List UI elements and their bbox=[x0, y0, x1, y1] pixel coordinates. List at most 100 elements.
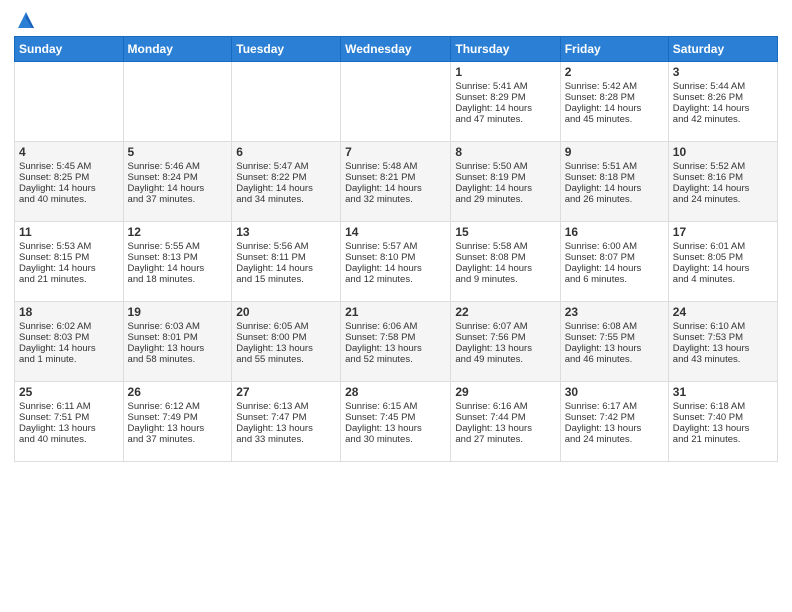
day-info: and 15 minutes. bbox=[236, 274, 336, 285]
day-info: and 43 minutes. bbox=[673, 354, 773, 365]
day-number: 14 bbox=[345, 225, 446, 239]
day-info: Sunrise: 6:07 AM bbox=[455, 321, 555, 332]
day-info: Sunrise: 6:01 AM bbox=[673, 241, 773, 252]
page-container: SundayMondayTuesdayWednesdayThursdayFrid… bbox=[0, 0, 792, 612]
day-number: 16 bbox=[565, 225, 664, 239]
day-number: 27 bbox=[236, 385, 336, 399]
calendar-cell: 30Sunrise: 6:17 AMSunset: 7:42 PMDayligh… bbox=[560, 382, 668, 462]
calendar-cell: 15Sunrise: 5:58 AMSunset: 8:08 PMDayligh… bbox=[451, 222, 560, 302]
day-info: Sunrise: 6:11 AM bbox=[19, 401, 119, 412]
day-info: Sunset: 7:47 PM bbox=[236, 412, 336, 423]
calendar-cell: 6Sunrise: 5:47 AMSunset: 8:22 PMDaylight… bbox=[232, 142, 341, 222]
day-info: Sunset: 8:18 PM bbox=[565, 172, 664, 183]
day-info: and 21 minutes. bbox=[673, 434, 773, 445]
day-info: Sunrise: 6:15 AM bbox=[345, 401, 446, 412]
day-number: 22 bbox=[455, 305, 555, 319]
calendar-cell: 18Sunrise: 6:02 AMSunset: 8:03 PMDayligh… bbox=[15, 302, 124, 382]
day-info: Sunrise: 6:10 AM bbox=[673, 321, 773, 332]
calendar-cell: 14Sunrise: 5:57 AMSunset: 8:10 PMDayligh… bbox=[341, 222, 451, 302]
day-info: Daylight: 13 hours bbox=[128, 423, 228, 434]
day-info: Sunset: 7:58 PM bbox=[345, 332, 446, 343]
day-header-friday: Friday bbox=[560, 37, 668, 62]
day-number: 13 bbox=[236, 225, 336, 239]
day-number: 21 bbox=[345, 305, 446, 319]
day-number: 18 bbox=[19, 305, 119, 319]
day-info: Sunset: 7:44 PM bbox=[455, 412, 555, 423]
calendar-cell: 10Sunrise: 5:52 AMSunset: 8:16 PMDayligh… bbox=[668, 142, 777, 222]
day-number: 15 bbox=[455, 225, 555, 239]
day-info: Daylight: 13 hours bbox=[345, 423, 446, 434]
day-info: Daylight: 14 hours bbox=[19, 343, 119, 354]
day-info: and 55 minutes. bbox=[236, 354, 336, 365]
day-info: Daylight: 14 hours bbox=[345, 263, 446, 274]
calendar-cell: 25Sunrise: 6:11 AMSunset: 7:51 PMDayligh… bbox=[15, 382, 124, 462]
day-info: Daylight: 14 hours bbox=[673, 183, 773, 194]
day-info: Sunset: 8:29 PM bbox=[455, 92, 555, 103]
day-info: Sunrise: 5:56 AM bbox=[236, 241, 336, 252]
day-header-saturday: Saturday bbox=[668, 37, 777, 62]
day-info: Daylight: 13 hours bbox=[673, 423, 773, 434]
day-info: Daylight: 13 hours bbox=[455, 343, 555, 354]
day-header-sunday: Sunday bbox=[15, 37, 124, 62]
calendar-cell: 27 Sunrise: 6:13 AMSunset: 7:47 PMDayligh… bbox=[232, 382, 341, 462]
day-info: and 37 minutes. bbox=[128, 434, 228, 445]
calendar-cell: 11Sunrise: 5:53 AMSunset: 8:15 PMDayligh… bbox=[15, 222, 124, 302]
calendar-cell: 31Sunrise: 6:18 AMSunset: 7:40 PMDayligh… bbox=[668, 382, 777, 462]
day-number: 8 bbox=[455, 145, 555, 159]
day-info: Sunset: 8:25 PM bbox=[19, 172, 119, 183]
day-info: Daylight: 14 hours bbox=[19, 183, 119, 194]
day-info: Sunrise: 6:13 AM bbox=[236, 401, 336, 412]
day-number: 12 bbox=[128, 225, 228, 239]
day-info: Daylight: 14 hours bbox=[565, 103, 664, 114]
day-info: Sunset: 8:13 PM bbox=[128, 252, 228, 263]
day-info: Daylight: 13 hours bbox=[345, 343, 446, 354]
day-info: Sunset: 7:49 PM bbox=[128, 412, 228, 423]
day-info: and 40 minutes. bbox=[19, 194, 119, 205]
day-info: Sunrise: 5:53 AM bbox=[19, 241, 119, 252]
day-info: Sunset: 8:16 PM bbox=[673, 172, 773, 183]
day-info: Daylight: 14 hours bbox=[345, 183, 446, 194]
day-info: and 24 minutes. bbox=[673, 194, 773, 205]
day-info: Sunrise: 5:41 AM bbox=[455, 81, 555, 92]
day-info: Sunrise: 5:50 AM bbox=[455, 161, 555, 172]
day-info: Sunset: 7:51 PM bbox=[19, 412, 119, 423]
day-number: 17 bbox=[673, 225, 773, 239]
day-number: 5 bbox=[128, 145, 228, 159]
calendar-cell: 23Sunrise: 6:08 AMSunset: 7:55 PMDayligh… bbox=[560, 302, 668, 382]
day-info: and 12 minutes. bbox=[345, 274, 446, 285]
calendar-cell: 4Sunrise: 5:45 AMSunset: 8:25 PMDaylight… bbox=[15, 142, 124, 222]
day-info: Sunrise: 5:47 AM bbox=[236, 161, 336, 172]
day-info: and 33 minutes. bbox=[236, 434, 336, 445]
day-info: Daylight: 13 hours bbox=[455, 423, 555, 434]
calendar-cell: 7Sunrise: 5:48 AMSunset: 8:21 PMDaylight… bbox=[341, 142, 451, 222]
day-info: and 47 minutes. bbox=[455, 114, 555, 125]
day-info: Daylight: 13 hours bbox=[236, 423, 336, 434]
day-number: 19 bbox=[128, 305, 228, 319]
calendar-cell: 19Sunrise: 6:03 AMSunset: 8:01 PMDayligh… bbox=[123, 302, 232, 382]
header bbox=[14, 10, 778, 30]
day-info: and 42 minutes. bbox=[673, 114, 773, 125]
day-info: Sunrise: 5:51 AM bbox=[565, 161, 664, 172]
day-info: Sunset: 7:53 PM bbox=[673, 332, 773, 343]
day-info: Daylight: 14 hours bbox=[128, 183, 228, 194]
day-info: Sunrise: 5:48 AM bbox=[345, 161, 446, 172]
day-number: 2 bbox=[565, 65, 664, 79]
day-info: and 34 minutes. bbox=[236, 194, 336, 205]
day-header-tuesday: Tuesday bbox=[232, 37, 341, 62]
calendar-cell: 21Sunrise: 6:06 AMSunset: 7:58 PMDayligh… bbox=[341, 302, 451, 382]
day-info: and 18 minutes. bbox=[128, 274, 228, 285]
day-number: 1 bbox=[455, 65, 555, 79]
day-info: and 29 minutes. bbox=[455, 194, 555, 205]
day-info: Sunset: 8:28 PM bbox=[565, 92, 664, 103]
day-info: Sunset: 8:22 PM bbox=[236, 172, 336, 183]
day-number: 6 bbox=[236, 145, 336, 159]
day-info: Sunset: 8:26 PM bbox=[673, 92, 773, 103]
day-info: Sunset: 8:03 PM bbox=[19, 332, 119, 343]
day-header-thursday: Thursday bbox=[451, 37, 560, 62]
calendar-cell: 1Sunrise: 5:41 AMSunset: 8:29 PMDaylight… bbox=[451, 62, 560, 142]
day-info: Daylight: 13 hours bbox=[236, 343, 336, 354]
day-info: Daylight: 14 hours bbox=[565, 183, 664, 194]
day-number: 9 bbox=[565, 145, 664, 159]
day-info: and 32 minutes. bbox=[345, 194, 446, 205]
day-number: 25 bbox=[19, 385, 119, 399]
